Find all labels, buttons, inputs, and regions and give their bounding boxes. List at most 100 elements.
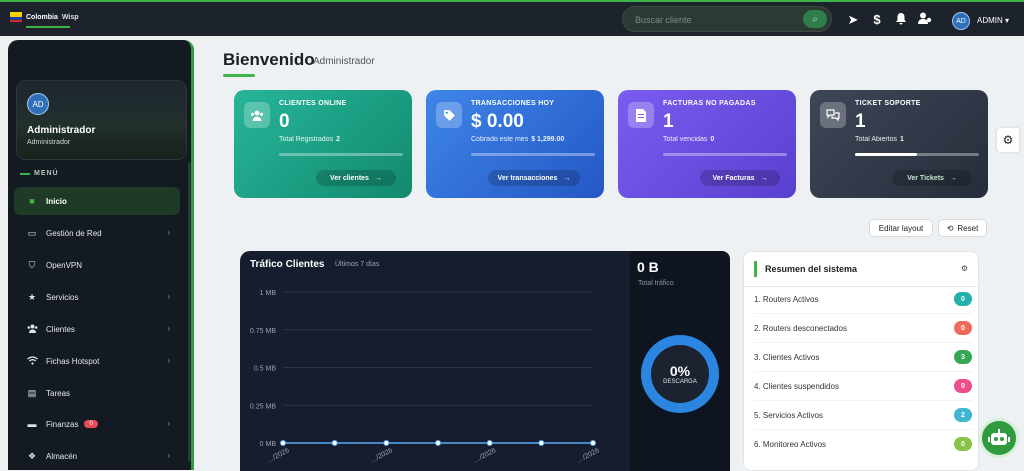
- star-icon: ★: [27, 291, 37, 302]
- system-summary-panel: Resumen del sistema ⚙ 1. Routers Activos…: [743, 251, 980, 471]
- data-point: [383, 440, 390, 446]
- monitor-icon: ▭: [27, 227, 37, 238]
- menu-heading: MENÚ: [20, 170, 59, 177]
- traffic-summary-panel: 0 B Total tráfico 0% DESCARGA: [630, 251, 730, 471]
- profile-role: Administrador: [27, 139, 71, 146]
- ticket-soporte-card: TICKET SOPORTE 1 Total Abiertos 1 Ver Tic…: [810, 90, 988, 198]
- data-point: [280, 440, 286, 446]
- card-progress-bar: [663, 153, 787, 156]
- download-donut: 0% DESCARGA: [641, 335, 719, 413]
- traffic-line-chart: 1 MB0.75 MB0.5 MB0.25 MB0 MB…/2026 …/2026…: [250, 290, 601, 465]
- sidebar-item-finanzas[interactable]: ▬ Finanzas 0 ›: [14, 410, 180, 438]
- count-badge: 2: [954, 408, 972, 422]
- brand-underline: [26, 26, 70, 28]
- list-item: 4. Clientes suspendidos 0: [754, 376, 972, 396]
- ver-facturas-link[interactable]: Ver Facturas →: [700, 170, 780, 186]
- card-title: FACTURAS NO PAGADAS: [663, 100, 756, 107]
- count-badge: 3: [954, 350, 972, 364]
- search-button[interactable]: ⌕: [803, 10, 827, 28]
- sidebar-item-servicios[interactable]: ★ Servicios ›: [14, 283, 180, 311]
- search-icon: ⌕: [812, 13, 818, 25]
- card-progress-bar: [855, 153, 979, 156]
- chatbot-button[interactable]: [979, 418, 1019, 458]
- sidebar-item-label: Almacén: [46, 451, 78, 461]
- sidebar-item-almacen[interactable]: ❖ Almacén ›: [14, 442, 180, 470]
- page-title: Bienvenido: [223, 50, 315, 69]
- sidebar: AD Administrador Administrador MENÚ ■ In…: [8, 40, 194, 470]
- avatar[interactable]: AD: [952, 12, 970, 30]
- wallet-icon: ▬: [27, 419, 37, 429]
- count-badge: 0: [954, 437, 972, 451]
- card-title: CLIENTES ONLINE: [279, 100, 347, 107]
- wifi-icon: [26, 355, 38, 367]
- ver-tickets-link[interactable]: Ver Tickets →: [892, 170, 972, 186]
- sidebar-item-label: Tareas: [46, 388, 71, 398]
- sidebar-item-label: Fichas Hotspot: [46, 356, 100, 366]
- settings-gear-button[interactable]: ⚙: [997, 128, 1019, 152]
- chat-icon: [820, 102, 846, 128]
- sidebar-item-inicio[interactable]: ■ Inicio: [14, 187, 180, 215]
- robot-icon: [988, 429, 1010, 445]
- card-subtext: Cobrado este mes $ 1,299.00: [471, 136, 565, 143]
- total-traffic-label: Total tráfico: [638, 280, 674, 287]
- title-underline: [223, 74, 255, 77]
- card-progress-bar: [279, 153, 403, 156]
- users-icon: [26, 324, 38, 335]
- telegram-icon[interactable]: ➤: [846, 12, 860, 28]
- clientes-online-card: CLIENTES ONLINE 0 Total Registrados 2 Ver…: [234, 90, 412, 198]
- brand-logo[interactable]: Colombia Wisp: [10, 12, 79, 22]
- arrow-right-icon: →: [563, 174, 571, 182]
- user-menu-dropdown[interactable]: ADMIN ▾: [977, 16, 1009, 25]
- arrow-right-icon: →: [374, 174, 382, 182]
- reset-button[interactable]: ⟲ Reset: [938, 219, 987, 237]
- chevron-right-icon: ›: [167, 324, 170, 333]
- user-settings-icon[interactable]: [918, 12, 932, 28]
- ver-transacciones-link[interactable]: Ver transacciones →: [488, 170, 580, 186]
- sidebar-item-label: Clientes: [46, 324, 75, 334]
- sidebar-item-fichas-hotspot[interactable]: Fichas Hotspot ›: [14, 347, 180, 375]
- data-point: [331, 440, 338, 446]
- chart-title: Tráfico Clientes: [250, 259, 325, 270]
- list-item: 5. Servicios Activos 2: [754, 405, 972, 425]
- data-point: [435, 440, 441, 446]
- ver-clientes-link[interactable]: Ver clientes →: [316, 170, 396, 186]
- shield-icon: ⛉: [28, 259, 36, 270]
- card-value: 1: [663, 111, 674, 132]
- gear-icon[interactable]: ⚙: [961, 264, 968, 273]
- profile-name: Administrador: [27, 125, 96, 136]
- y-tick-label: 1 MB: [260, 290, 277, 297]
- data-point: [590, 440, 596, 446]
- home-icon: ■: [29, 196, 35, 206]
- profile-card: AD Administrador Administrador: [16, 80, 187, 160]
- summary-title: Resumen del sistema: [754, 261, 857, 277]
- card-progress-bar: [471, 153, 595, 156]
- list-item: 3. Clientes Activos 3: [754, 347, 972, 367]
- sidebar-item-label: Gestión de Red: [46, 228, 102, 238]
- avatar[interactable]: AD: [27, 93, 49, 115]
- card-value: 1: [855, 111, 866, 132]
- dollar-icon[interactable]: $: [870, 12, 884, 28]
- sidebar-item-gestion-de-red[interactable]: ▭ Gestión de Red ›: [14, 219, 180, 247]
- y-tick-label: 0 MB: [260, 441, 277, 448]
- sidebar-item-tareas[interactable]: ▤ Tareas: [14, 379, 180, 407]
- sidebar-item-clientes[interactable]: Clientes ›: [14, 315, 180, 343]
- data-point: [538, 440, 545, 446]
- sidebar-item-openvpn[interactable]: ⛉ OpenVPN: [14, 251, 180, 279]
- colombia-flag-icon: [10, 12, 22, 22]
- count-badge: 0: [954, 292, 972, 306]
- count-badge: 0: [954, 321, 972, 335]
- edit-layout-button[interactable]: Editar layout: [869, 219, 933, 237]
- search-input[interactable]: [633, 13, 793, 27]
- card-subtext: Total Abiertos 1: [855, 136, 904, 143]
- card-title: TICKET SOPORTE: [855, 100, 921, 107]
- sidebar-scrollbar[interactable]: [188, 162, 191, 462]
- y-tick-label: 0.25 MB: [250, 403, 276, 410]
- card-value: 0: [279, 111, 290, 132]
- chevron-right-icon: ›: [167, 356, 170, 365]
- chevron-right-icon: ›: [167, 228, 170, 237]
- sidebar-item-label: Inicio: [46, 196, 67, 206]
- top-navbar: Colombia Wisp ⌕ ➤ $ AD ADMIN ▾: [0, 0, 1024, 36]
- bell-icon[interactable]: [894, 12, 908, 28]
- x-tick-label: …/2026: [369, 447, 394, 465]
- count-badge: 0: [954, 379, 972, 393]
